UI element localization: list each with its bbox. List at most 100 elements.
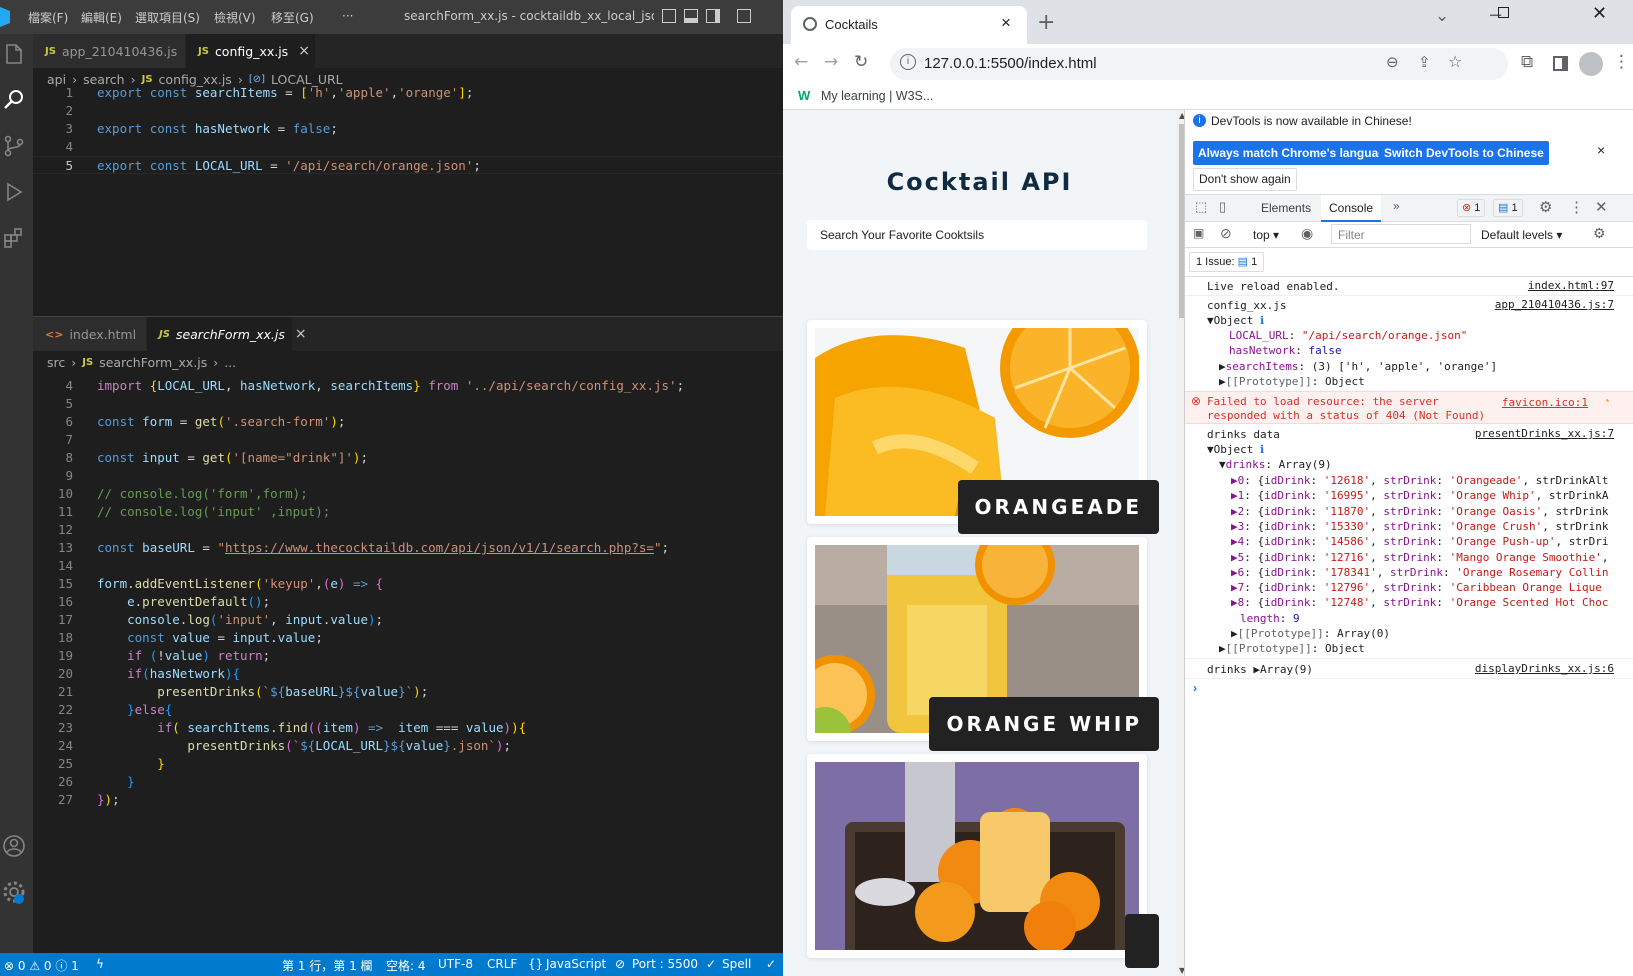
toggle-panel-icon[interactable] bbox=[684, 9, 698, 23]
more-tabs-icon[interactable]: » bbox=[1393, 199, 1400, 213]
breadcrumb-item[interactable]: searchForm_xx.js bbox=[99, 355, 207, 370]
inspect-element-icon[interactable]: ⬚ bbox=[1195, 199, 1207, 215]
side-panel-icon[interactable] bbox=[1553, 56, 1568, 71]
tab-index-html[interactable]: <> index.html bbox=[33, 317, 147, 351]
share-icon[interactable]: ⇪ bbox=[1418, 53, 1431, 71]
drink-search-input[interactable]: Search Your Favorite Cooktsils bbox=[807, 220, 1147, 250]
reload-icon[interactable]: ↻ bbox=[854, 52, 868, 72]
tab-elements[interactable]: Elements bbox=[1261, 201, 1311, 215]
menu-more[interactable]: ··· bbox=[342, 9, 353, 23]
drink-row[interactable]: ▶6: {idDrink: '178341', strDrink: 'Orang… bbox=[1231, 565, 1633, 581]
extensions-icon[interactable] bbox=[2, 226, 26, 250]
close-tab-icon[interactable]: × bbox=[298, 43, 310, 59]
source-link[interactable]: displayDrinks_xx.js:6 bbox=[1475, 662, 1614, 675]
address-bar[interactable]: i 127.0.0.1:5500/index.html ⊖ ⇪ ☆ bbox=[890, 48, 1508, 80]
object-tree[interactable]: ▼Object ℹ bbox=[1207, 442, 1633, 458]
drink-row[interactable]: ▶0: {idDrink: '12618', strDrink: 'Orange… bbox=[1231, 473, 1633, 489]
zoom-icon[interactable]: ⊖ bbox=[1386, 53, 1399, 71]
console-filter-input[interactable]: Filter bbox=[1331, 224, 1471, 244]
drink-card[interactable] bbox=[807, 754, 1159, 968]
profile-avatar[interactable] bbox=[1579, 52, 1603, 76]
run-debug-icon[interactable] bbox=[2, 180, 26, 204]
object-property[interactable]: ▶searchItems: (3) ['h', 'apple', 'orange… bbox=[1219, 359, 1633, 375]
device-toolbar-icon[interactable]: ▯ bbox=[1219, 199, 1226, 215]
drink-row[interactable]: ▶7: {idDrink: '12796', strDrink: 'Caribb… bbox=[1231, 580, 1633, 596]
errors-badge[interactable]: ⊗ 1 bbox=[1457, 199, 1486, 217]
menu-selection[interactable]: 選取項目(S) bbox=[135, 9, 200, 26]
tab-search-icon[interactable]: ⌄ bbox=[1435, 6, 1449, 26]
extensions-puzzle-icon[interactable]: ⧉ bbox=[1521, 52, 1533, 72]
drink-card[interactable]: ORANGE WHIP bbox=[807, 537, 1159, 751]
messages-badge[interactable]: ▤ 1 bbox=[1493, 199, 1523, 217]
bookmark-w3schools[interactable]: My learning | W3S... bbox=[821, 89, 933, 103]
source-control-icon[interactable] bbox=[2, 134, 26, 158]
page-scrollbar[interactable]: ▲ ▼ bbox=[1176, 110, 1184, 976]
code-editor-top[interactable]: 1 export const searchItems = ['h','apple'… bbox=[33, 84, 783, 324]
forward-icon[interactable]: → bbox=[824, 52, 838, 72]
menu-go[interactable]: 移至(G) bbox=[271, 9, 314, 26]
source-link[interactable]: app_210410436.js:7 bbox=[1495, 298, 1614, 311]
indentation-status[interactable]: 空格: 4 bbox=[386, 957, 426, 974]
tab-searchform-js[interactable]: JS searchForm_xx.js × bbox=[147, 317, 307, 351]
cursor-position[interactable]: 第 1 行，第 1 欄 bbox=[282, 957, 373, 974]
console-settings-icon[interactable]: ⚙ bbox=[1593, 225, 1606, 242]
object-property[interactable]: ▶[[Prototype]]: Array(0) bbox=[1231, 626, 1633, 642]
url-text[interactable]: 127.0.0.1:5500/index.html bbox=[924, 55, 1097, 72]
accounts-icon[interactable] bbox=[2, 834, 26, 858]
toggle-sidebar-icon[interactable] bbox=[662, 9, 676, 23]
toggle-secondary-sidebar-icon[interactable] bbox=[706, 9, 720, 23]
source-link[interactable]: index.html:97 bbox=[1528, 279, 1614, 292]
network-panel-icon[interactable]: ◔ bbox=[1603, 394, 1610, 408]
console-prompt-icon[interactable]: › bbox=[1193, 681, 1197, 695]
spell-status[interactable]: Spell bbox=[722, 957, 751, 971]
eol-status[interactable]: CRLF bbox=[487, 957, 517, 971]
bookmark-star-icon[interactable]: ☆ bbox=[1448, 52, 1462, 71]
problems-status[interactable]: ⊗ 0 ⚠ 0 ⓘ 1 bbox=[4, 957, 79, 974]
back-icon[interactable]: ← bbox=[794, 52, 808, 72]
object-tree[interactable]: ▼Object ℹ bbox=[1207, 313, 1633, 329]
close-window-icon[interactable]: ✕ bbox=[1592, 3, 1607, 24]
source-link[interactable]: presentDrinks_xx.js:7 bbox=[1475, 427, 1614, 440]
menu-edit[interactable]: 編輯(E) bbox=[81, 9, 122, 26]
breadcrumb-item[interactable]: ... bbox=[224, 355, 236, 370]
drink-row[interactable]: ▶5: {idDrink: '12716', strDrink: 'Mango … bbox=[1231, 550, 1633, 566]
close-banner-icon[interactable]: × bbox=[1597, 142, 1605, 158]
drink-row[interactable]: ▶1: {idDrink: '16995', strDrink: 'Orange… bbox=[1231, 488, 1633, 504]
language-status[interactable]: JavaScript bbox=[546, 957, 606, 971]
drink-row[interactable]: ▶2: {idDrink: '11870', strDrink: 'Orange… bbox=[1231, 504, 1633, 520]
clear-console-icon[interactable]: ⊘ bbox=[1220, 225, 1232, 242]
menu-view[interactable]: 檢視(V) bbox=[214, 9, 256, 26]
live-expression-eye-icon[interactable]: ◉ bbox=[1301, 225, 1313, 242]
switch-to-chinese-button[interactable]: Switch DevTools to Chinese bbox=[1379, 141, 1549, 165]
settings-gear-icon[interactable] bbox=[2, 880, 26, 904]
sidebar-toggle-icon[interactable]: ▣ bbox=[1193, 226, 1204, 240]
drink-row[interactable]: ▶8: {idDrink: '12748', strDrink: 'Orange… bbox=[1231, 595, 1633, 611]
close-devtools-icon[interactable]: ✕ bbox=[1595, 198, 1608, 216]
object-property[interactable]: ▼drinks: Array(9) bbox=[1219, 457, 1633, 473]
close-tab-icon[interactable]: × bbox=[295, 326, 307, 342]
breadcrumb-item[interactable]: src bbox=[47, 355, 65, 370]
tab-config-js[interactable]: JS config_xx.js × bbox=[186, 34, 316, 68]
live-server-port[interactable]: Port : 5500 bbox=[632, 957, 698, 971]
context-selector[interactable]: top ▾ bbox=[1253, 228, 1279, 242]
explorer-icon[interactable] bbox=[2, 42, 26, 66]
close-tab-icon[interactable]: × bbox=[1001, 13, 1011, 33]
log-levels-dropdown[interactable]: Default levels ▾ bbox=[1481, 228, 1562, 242]
dont-show-again-button[interactable]: Don't show again bbox=[1193, 168, 1297, 191]
encoding-status[interactable]: UTF-8 bbox=[438, 957, 473, 971]
chrome-menu-icon[interactable]: ⋮ bbox=[1613, 52, 1630, 72]
source-link[interactable]: favicon.ico:1 bbox=[1502, 396, 1588, 409]
issues-button[interactable]: 1 Issue: ▤ 1 bbox=[1189, 252, 1265, 272]
new-tab-icon[interactable]: + bbox=[1037, 10, 1055, 35]
site-info-icon[interactable]: i bbox=[900, 54, 916, 70]
devtools-menu-icon[interactable]: ⋮ bbox=[1569, 198, 1584, 216]
drink-row[interactable]: ▶4: {idDrink: '14586', strDrink: 'Orange… bbox=[1231, 534, 1633, 550]
tab-console[interactable]: Console bbox=[1321, 195, 1382, 222]
always-match-language-button[interactable]: Always match Chrome's language bbox=[1193, 141, 1398, 165]
search-icon[interactable] bbox=[2, 88, 26, 112]
tab-app-js[interactable]: JS app_210410436.js bbox=[33, 34, 186, 68]
drink-row[interactable]: ▶3: {idDrink: '15330', strDrink: 'Orange… bbox=[1231, 519, 1633, 535]
code-editor-bottom[interactable]: 4 import {LOCAL_URL, hasNetwork, searchIt… bbox=[33, 377, 783, 817]
browser-tab[interactable]: Cocktails × bbox=[791, 6, 1027, 44]
maximize-icon[interactable] bbox=[1498, 7, 1509, 18]
